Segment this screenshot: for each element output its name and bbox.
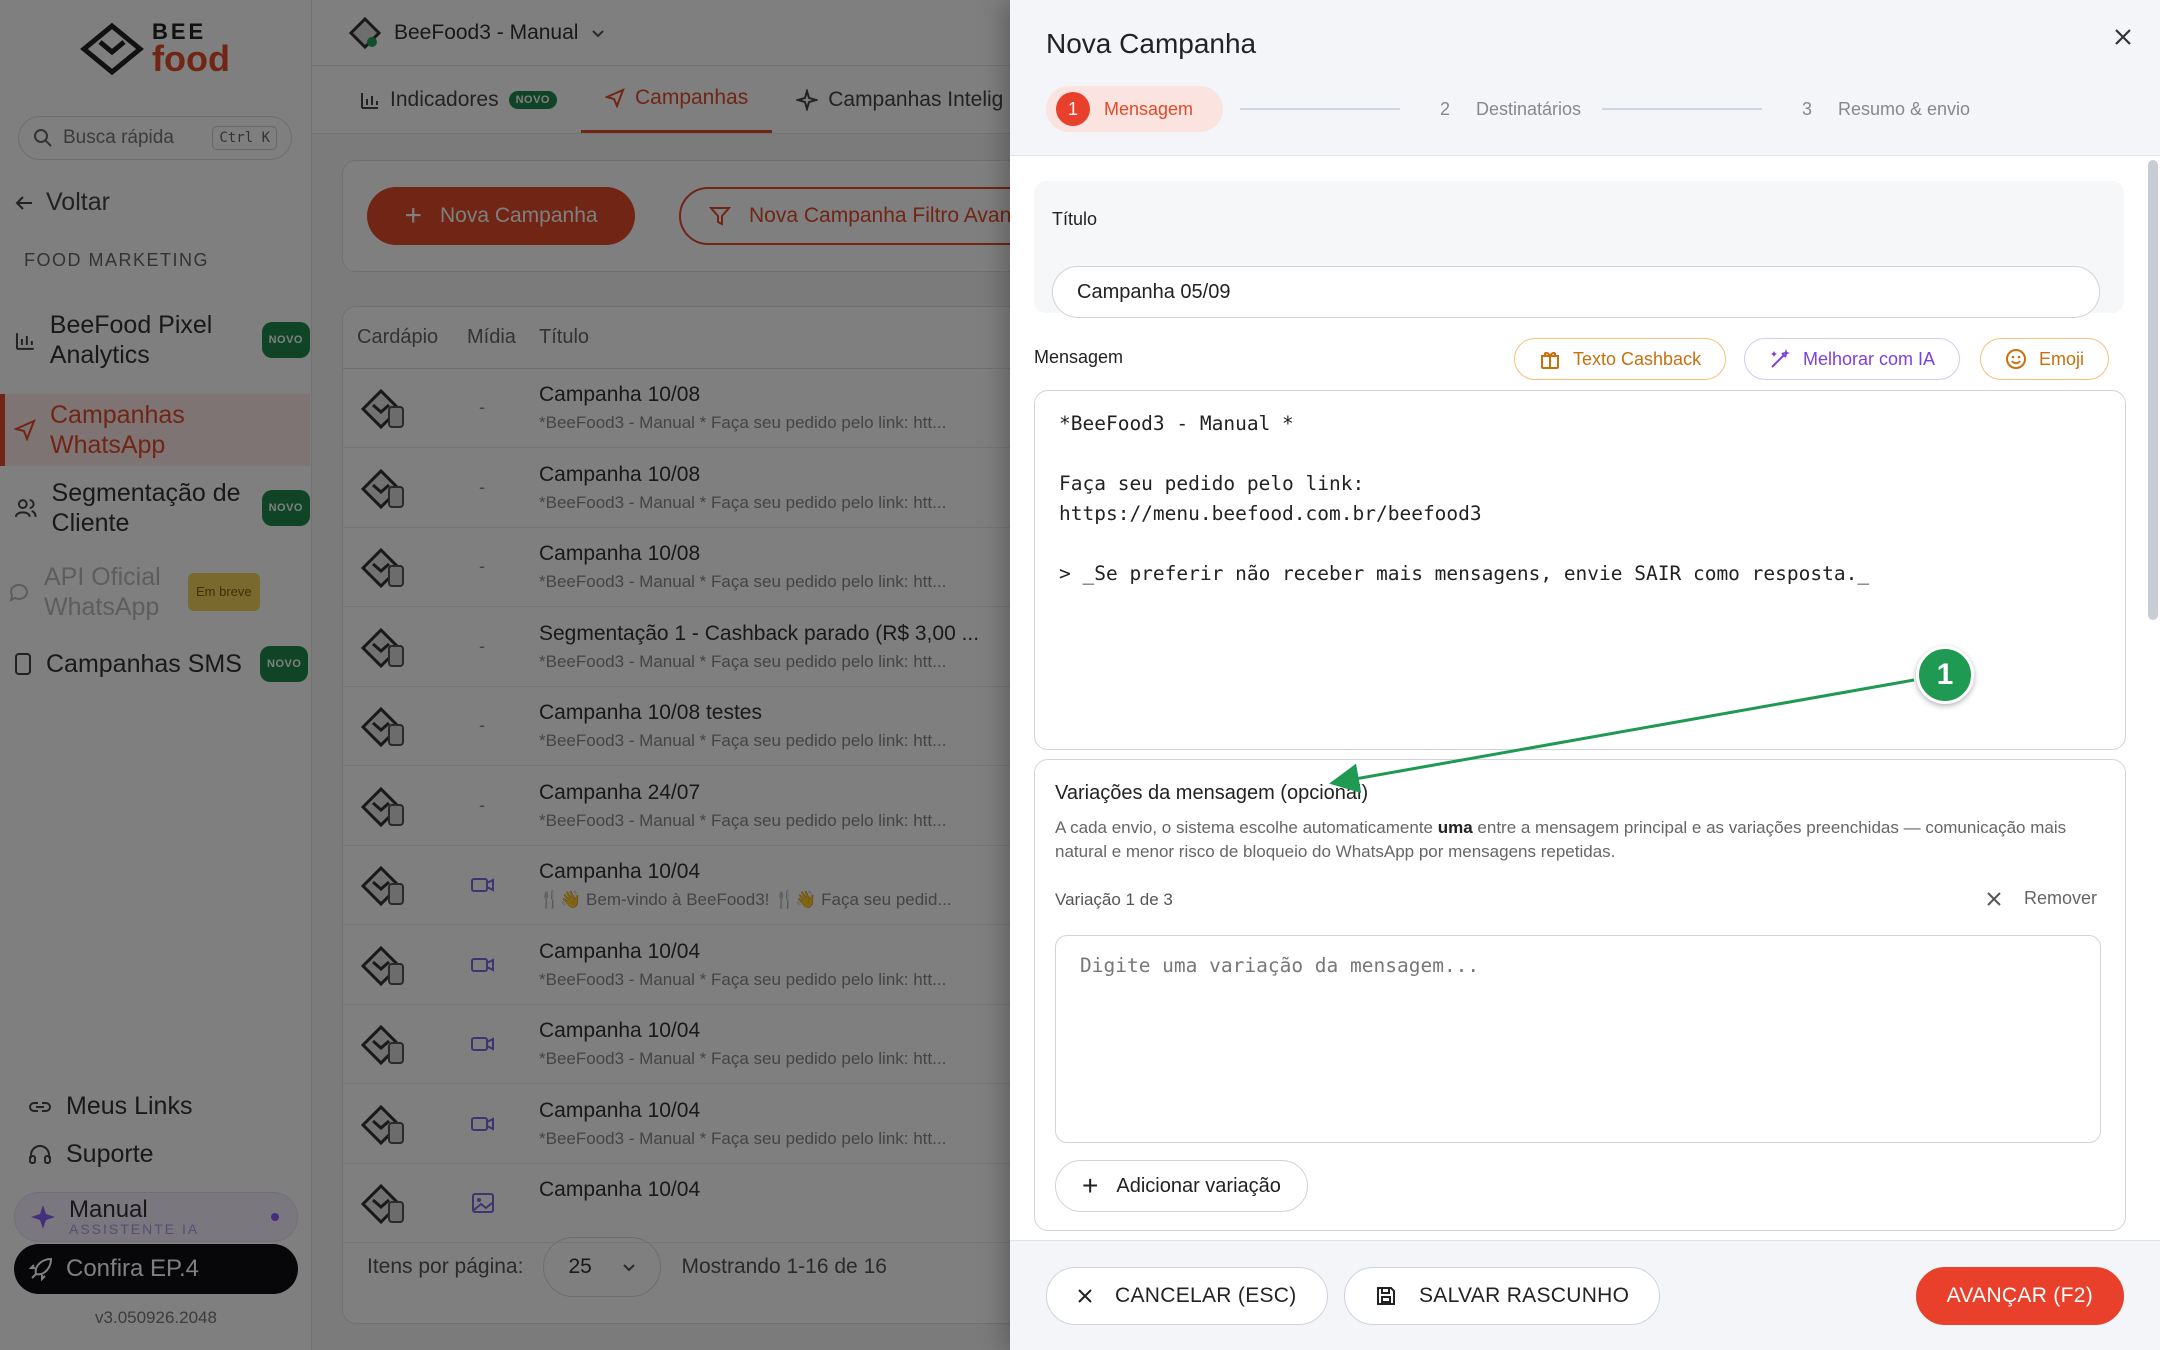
- variations-description: A cada envio, o sistema escolhe automati…: [1055, 818, 2067, 861]
- variations-title: Variações da mensagem (opcional): [1055, 782, 1369, 804]
- improve-with-ai-label: Melhorar com IA: [1803, 348, 1936, 369]
- drawer-scrollbar[interactable]: [2148, 160, 2158, 620]
- variation-counter: Variação 1 de 3: [1055, 890, 1173, 909]
- next-button[interactable]: AVANÇAR (F2): [1915, 1267, 2124, 1325]
- drawer-header: Nova Campanha 1 Mensagem 2 Destinatários…: [1010, 0, 2160, 156]
- message-label: Mensagem: [1034, 347, 1124, 367]
- remove-label: Remover: [2023, 888, 2097, 908]
- annotation-badge: 1: [1916, 646, 1974, 704]
- step-number: 3: [1801, 98, 1812, 119]
- step-number: 1: [1056, 92, 1090, 126]
- title-section: Título: [1034, 181, 2124, 318]
- cancel-button[interactable]: CANCELAR (ESC): [1046, 1267, 1328, 1325]
- drawer-title: Nova Campanha: [1046, 28, 1257, 59]
- emoji-label: Emoji: [2039, 348, 2085, 369]
- close-button[interactable]: [2108, 22, 2138, 52]
- cashback-text-label: Texto Cashback: [1573, 348, 1702, 369]
- emoji-button[interactable]: Emoji: [1980, 338, 2110, 380]
- close-icon: [1987, 891, 2001, 906]
- cancel-label: CANCELAR (ESC): [1115, 1284, 1297, 1307]
- save-draft-button[interactable]: SALVAR RASCUNHO: [1344, 1267, 1661, 1325]
- remove-variation-button[interactable]: Remover: [1986, 888, 2097, 909]
- drawer-footer: CANCELAR (ESC) SALVAR RASCUNHO AVANÇAR (…: [1010, 1240, 2160, 1350]
- variation-textarea[interactable]: [1055, 935, 2101, 1143]
- add-variation-button[interactable]: + Adicionar variação: [1055, 1160, 1308, 1212]
- improve-with-ai-button[interactable]: Melhorar com IA: [1744, 338, 1961, 380]
- step-summary[interactable]: 3 Resumo & envio: [1790, 86, 1970, 132]
- step-label: Mensagem: [1104, 98, 1194, 119]
- next-label: AVANÇAR (F2): [1946, 1284, 2093, 1307]
- step-number: 2: [1439, 98, 1450, 119]
- modal-backdrop[interactable]: [0, 0, 1010, 1350]
- step-recipients[interactable]: 2 Destinatários: [1428, 86, 1581, 132]
- smiley-icon: [2006, 349, 2026, 369]
- step-label: Destinatários: [1476, 98, 1582, 119]
- new-campaign-drawer: Nova Campanha 1 Mensagem 2 Destinatários…: [1010, 0, 2160, 1350]
- drawer-body: Título Mensagem Texto Cashback Melhorar …: [1010, 157, 2160, 1240]
- title-label: Título: [1052, 209, 1098, 229]
- title-input[interactable]: [1052, 266, 2100, 318]
- step-connector: [1240, 108, 1400, 110]
- message-variations-section: Variações da mensagem (opcional) A cada …: [1034, 759, 2126, 1231]
- save-draft-label: SALVAR RASCUNHO: [1419, 1284, 1630, 1307]
- save-icon: [1377, 1287, 1395, 1305]
- close-icon: [1078, 1289, 1092, 1303]
- step-message[interactable]: 1 Mensagem: [1046, 86, 1224, 132]
- step-label: Resumo & envio: [1838, 98, 1971, 119]
- close-icon: [2115, 29, 2131, 45]
- magic-wand-icon: [1771, 349, 1790, 368]
- step-connector: [1602, 108, 1762, 110]
- cashback-text-button[interactable]: Texto Cashback: [1514, 338, 1727, 380]
- plus-icon: +: [1082, 1170, 1099, 1201]
- gift-icon: [1541, 352, 1559, 369]
- add-variation-label: Adicionar variação: [1116, 1174, 1281, 1197]
